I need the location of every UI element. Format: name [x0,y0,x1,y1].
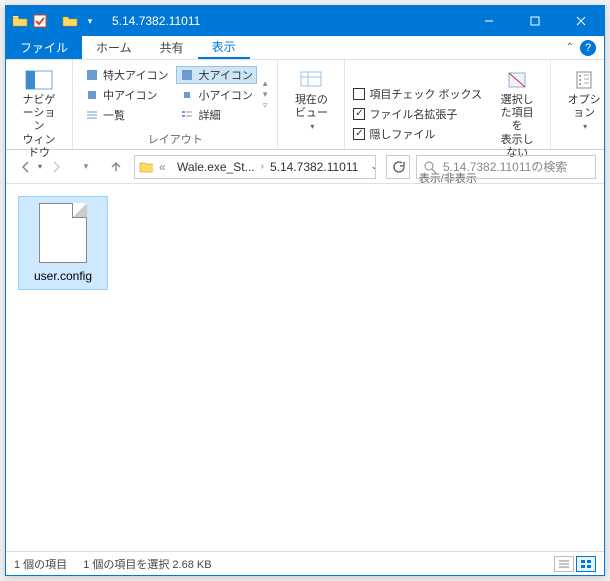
list-icon [85,108,99,122]
address-bar: ▾ « Wale.exe_St... › 5.14.7382.11011 ⌄ 5… [6,150,604,184]
close-button[interactable] [558,6,604,36]
explorer-window: ▾ 5.14.7382.11011 ファイル ホーム 共有 表示 ⌃ ? [5,5,605,576]
xl-icons-icon [85,68,99,82]
status-bar: 1 個の項目 1 個の項目を選択 2.68 KB [6,551,604,575]
file-tab[interactable]: ファイル [6,36,82,59]
help-icon[interactable]: ? [580,40,596,56]
file-icon [39,203,87,263]
layout-xl-icons[interactable]: 特大アイコン [81,66,172,84]
checkbox-checked-icon: ✓ [353,128,365,140]
status-item-count: 1 個の項目 [14,556,67,572]
tab-view[interactable]: 表示 [198,36,250,59]
m-icons-icon [85,88,99,102]
up-button[interactable] [104,155,128,179]
breadcrumb-segment[interactable]: 5.14.7382.11011 [270,160,358,174]
layout-list[interactable]: 一覧 [81,106,172,124]
refresh-button[interactable] [386,155,410,179]
folder-icon [139,160,153,174]
chevron-down-icon: ▾ [310,122,314,132]
layout-m-icons[interactable]: 中アイコン [81,86,172,104]
hidden-files-toggle[interactable]: ✓隠しファイル [353,126,482,142]
ribbon-group-layout: 特大アイコン 中アイコン 一覧 大アイコン 小アイコン 詳細 ▴ ▾ ▿ レイア… [73,60,278,149]
check-icon[interactable] [32,13,48,29]
window-title: 5.14.7382.11011 [112,14,200,28]
folder-icon [12,13,28,29]
ribbon-tabs: ファイル ホーム 共有 表示 ⌃ ? [6,36,604,60]
current-view-icon [297,68,325,92]
ribbon-group-showhide: 項目チェック ボックス ✓ファイル名拡張子 ✓隠しファイル 選択した項目を 表示… [345,60,551,149]
back-button[interactable] [14,155,38,179]
ribbon: ナビゲーション ウィンドウ ▾ ペイン 特大アイコン 中アイコン 一覧 大アイコ… [6,60,604,150]
hide-selected-button[interactable]: 選択した項目を 表示しない [492,64,542,164]
group-label-layout: レイアウト [148,129,203,149]
scroll-down-icon[interactable]: ▾ [263,89,268,100]
expand-icon[interactable]: ▿ [263,100,268,111]
file-name: user.config [34,269,92,283]
chevron-down-icon[interactable]: ⌄ [370,161,376,172]
l-icons-icon [180,68,194,82]
layout-details[interactable]: 詳細 [176,106,256,124]
layout-s-icons[interactable]: 小アイコン [176,86,256,104]
ribbon-group-current-view: 現在の ビュー ▾ [278,60,345,149]
s-icons-icon [180,88,194,102]
tab-home[interactable]: ホーム [82,36,146,59]
qat-overflow-icon[interactable]: ▾ [82,13,98,29]
ribbon-group-options: オプション ▾ [551,60,610,149]
recent-dropdown[interactable]: ▾ [74,155,98,179]
search-input[interactable]: 5.14.7382.11011の検索 [416,155,596,179]
minimize-button[interactable] [466,6,512,36]
tab-share[interactable]: 共有 [146,36,198,59]
maximize-button[interactable] [512,6,558,36]
scroll-up-icon[interactable]: ▴ [263,78,268,89]
status-selection: 1 個の項目を選択 2.68 KB [83,556,211,572]
chevron-right-icon[interactable]: › [261,161,264,172]
forward-button[interactable] [44,155,68,179]
layout-l-icons[interactable]: 大アイコン [176,66,256,84]
address-field[interactable]: « Wale.exe_St... › 5.14.7382.11011 ⌄ [134,155,376,179]
ribbon-collapse-icon[interactable]: ⌃ [566,42,574,53]
options-icon [570,68,598,92]
details-icon [180,108,194,122]
ribbon-group-pane: ナビゲーション ウィンドウ ▾ ペイン [6,60,73,149]
view-details-button[interactable] [554,556,574,572]
nav-pane-icon [25,68,53,92]
file-item[interactable]: user.config [18,196,108,290]
search-icon [423,160,437,174]
item-checkboxes-toggle[interactable]: 項目チェック ボックス [353,86,482,102]
options-button[interactable]: オプション ▾ [559,64,609,136]
hide-icon [503,68,531,92]
titlebar: ▾ 5.14.7382.11011 [6,6,604,36]
checkbox-icon [353,88,365,100]
file-list[interactable]: user.config [6,184,604,551]
checkbox-checked-icon: ✓ [353,108,365,120]
view-icons-button[interactable] [576,556,596,572]
chevron-down-icon: ▾ [583,122,587,132]
current-view-button[interactable]: 現在の ビュー ▾ [286,64,336,136]
breadcrumb-segment[interactable]: « Wale.exe_St... [159,160,255,174]
folder-icon [62,13,78,29]
file-ext-toggle[interactable]: ✓ファイル名拡張子 [353,106,482,122]
